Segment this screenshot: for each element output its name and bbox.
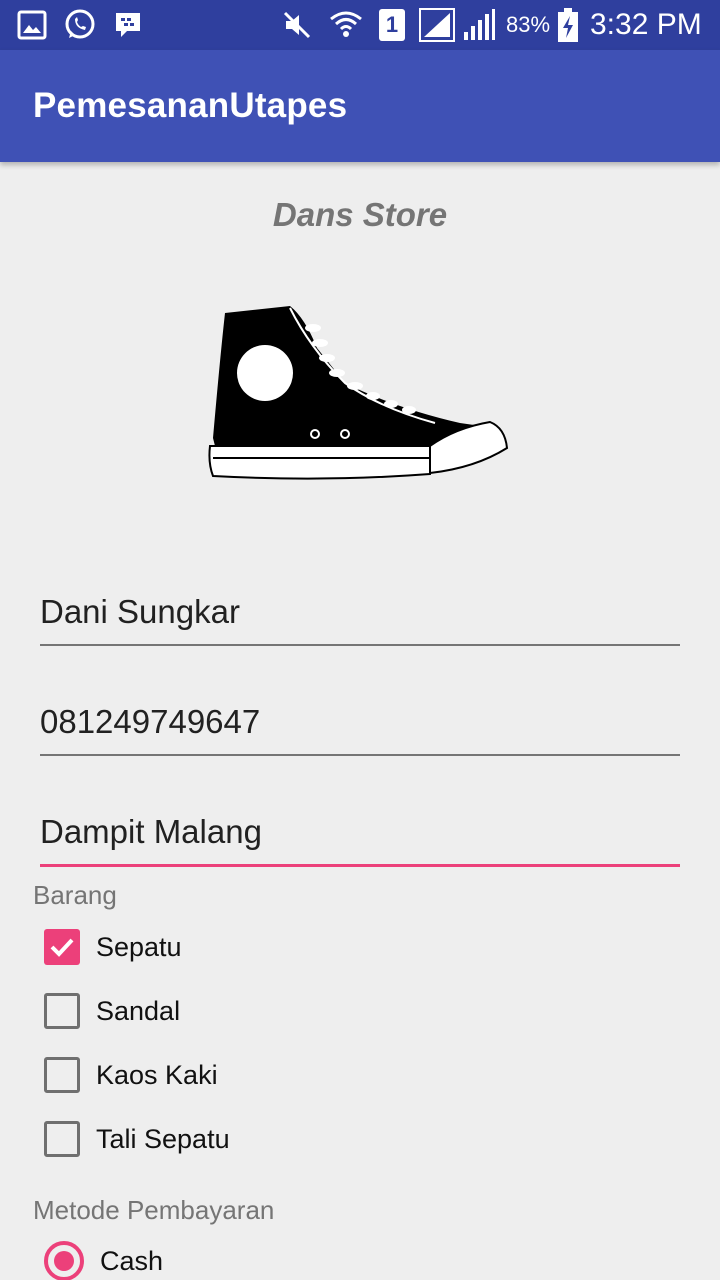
checkbox-label: Sepatu xyxy=(96,931,182,962)
checkbox-row-tali-sepatu[interactable]: Tali Sepatu xyxy=(44,1118,230,1160)
checkbox-label: Tali Sepatu xyxy=(96,1123,230,1154)
shoe-image xyxy=(205,298,515,488)
checkmark-icon xyxy=(50,938,74,957)
checkbox-kaos-kaki[interactable] xyxy=(44,1057,80,1093)
signal-icon-2 xyxy=(462,7,496,43)
checkbox-row-kaos-kaki[interactable]: Kaos Kaki xyxy=(44,1054,218,1096)
payment-section-label: Metode Pembayaran xyxy=(33,1195,275,1225)
checkbox-sepatu[interactable] xyxy=(44,929,80,965)
battery-charging-icon xyxy=(556,7,580,43)
phone-field-underline xyxy=(40,754,680,756)
address-field[interactable]: Dampit Malang xyxy=(40,808,680,867)
radio-label: Cash xyxy=(100,1245,164,1276)
sim-icon: 1 xyxy=(378,7,406,43)
phone-field[interactable]: 081249749647 xyxy=(40,698,680,756)
checkbox-label: Sandal xyxy=(96,995,181,1026)
app-bar: PemesananUtapes xyxy=(0,50,720,162)
battery-percent: 83% xyxy=(506,12,551,37)
wifi-icon xyxy=(328,7,364,43)
items-section-label: Barang xyxy=(33,880,117,910)
checkbox-row-sepatu[interactable]: Sepatu xyxy=(44,926,182,968)
gallery-icon xyxy=(16,7,48,43)
status-bar: 1 83% 3:32 PM xyxy=(0,0,720,50)
checkbox-sandal[interactable] xyxy=(44,993,80,1029)
radio-row-cash[interactable]: Cash xyxy=(44,1240,163,1280)
radio-selected-dot xyxy=(54,1251,74,1271)
checkbox-row-sandal[interactable]: Sandal xyxy=(44,990,180,1032)
address-field-value[interactable]: Dampit Malang xyxy=(40,808,680,856)
name-field[interactable]: Dani Sungkar xyxy=(40,588,680,646)
mute-icon xyxy=(280,7,314,43)
bbm-icon xyxy=(112,7,144,43)
name-field-underline xyxy=(40,644,680,646)
phone-field-value[interactable]: 081249749647 xyxy=(40,698,680,746)
signal-icon xyxy=(418,7,456,43)
whatsapp-icon xyxy=(62,7,98,43)
radio-cash[interactable] xyxy=(44,1241,84,1280)
checkbox-tali-sepatu[interactable] xyxy=(44,1121,80,1157)
address-field-underline xyxy=(40,864,680,867)
checkbox-label: Kaos Kaki xyxy=(96,1059,218,1090)
store-name: Dans Store xyxy=(272,196,448,233)
name-field-value[interactable]: Dani Sungkar xyxy=(40,588,680,636)
clock: 3:32 PM xyxy=(590,8,702,41)
sim-label: 1 xyxy=(379,9,405,41)
app-title: PemesananUtapes xyxy=(33,86,348,125)
